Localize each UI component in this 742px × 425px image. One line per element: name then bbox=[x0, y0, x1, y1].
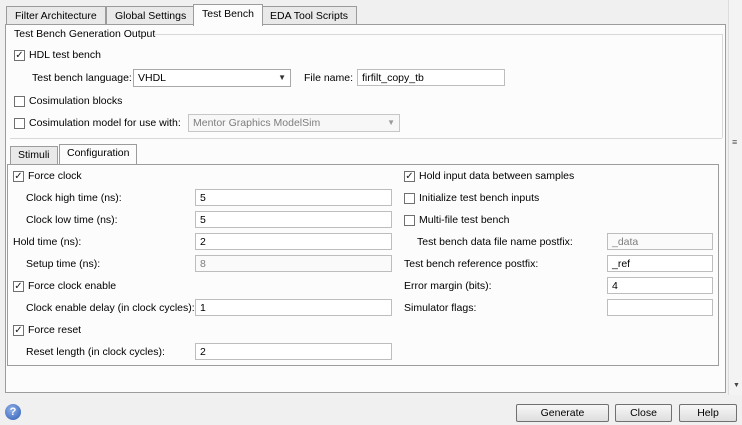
close-button[interactable]: Close bbox=[615, 404, 672, 422]
help-icon[interactable]: ? bbox=[5, 404, 21, 420]
reset-length-field[interactable]: 2 bbox=[195, 343, 392, 360]
hold-input-checkbox[interactable]: ✓ bbox=[404, 171, 415, 182]
simulator-flags-label: Simulator flags: bbox=[404, 302, 477, 314]
init-inputs-label: Initialize test bench inputs bbox=[419, 192, 540, 204]
clock-low-field[interactable]: 5 bbox=[195, 211, 392, 228]
file-name-field[interactable]: firfilt_copy_tb bbox=[357, 69, 505, 86]
clock-enable-delay-label: Clock enable delay (in clock cycles): bbox=[26, 302, 195, 314]
tab-configuration[interactable]: Configuration bbox=[59, 144, 138, 164]
simulator-flags-field[interactable] bbox=[607, 299, 713, 316]
error-margin-label: Error margin (bits): bbox=[404, 280, 492, 292]
group-divider bbox=[154, 34, 722, 35]
chevron-down-icon: ▼ bbox=[387, 118, 395, 127]
ref-postfix-field[interactable]: _ref bbox=[607, 255, 713, 272]
help-button[interactable]: Help bbox=[679, 404, 737, 422]
clock-low-label: Clock low time (ns): bbox=[26, 214, 118, 226]
file-name-label: File name: bbox=[304, 72, 354, 84]
hold-input-label: Hold input data between samples bbox=[419, 170, 575, 182]
tab-filter-architecture[interactable]: Filter Architecture bbox=[6, 6, 106, 25]
configuration-panel: ✓ Force clock Clock high time (ns): 5 Cl… bbox=[7, 164, 719, 366]
group-title: Test Bench Generation Output bbox=[14, 28, 156, 40]
cosim-blocks-checkbox[interactable] bbox=[14, 96, 25, 107]
cosim-blocks-label: Cosimulation blocks bbox=[29, 95, 123, 107]
language-value: VHDL bbox=[138, 72, 167, 84]
cosim-model-checkbox[interactable] bbox=[14, 118, 25, 129]
language-select[interactable]: VHDL ▼ bbox=[133, 69, 291, 87]
hold-time-label: Hold time (ns): bbox=[13, 236, 82, 248]
tab-global-settings[interactable]: Global Settings bbox=[106, 6, 196, 25]
ref-postfix-label: Test bench reference postfix: bbox=[404, 258, 539, 270]
vertical-scrollbar[interactable]: ≡ ▼ bbox=[728, 0, 742, 395]
generate-button[interactable]: Generate bbox=[516, 404, 609, 422]
setup-time-field[interactable]: 8 bbox=[195, 255, 392, 272]
multi-file-label: Multi-file test bench bbox=[419, 214, 510, 226]
hold-time-field[interactable]: 2 bbox=[195, 233, 392, 250]
chevron-down-icon: ▼ bbox=[278, 73, 286, 82]
cosim-model-label: Cosimulation model for use with: bbox=[29, 117, 181, 129]
force-reset-checkbox[interactable]: ✓ bbox=[13, 325, 24, 336]
scroll-down-arrow-icon[interactable]: ▼ bbox=[733, 382, 740, 389]
multi-file-checkbox[interactable] bbox=[404, 215, 415, 226]
tab-stimuli[interactable]: Stimuli bbox=[10, 146, 58, 164]
hdl-test-bench-checkbox[interactable]: ✓ bbox=[14, 50, 25, 61]
language-label: Test bench language: bbox=[32, 72, 132, 84]
clock-enable-delay-field[interactable]: 1 bbox=[195, 299, 392, 316]
init-inputs-checkbox[interactable] bbox=[404, 193, 415, 204]
force-clock-enable-checkbox[interactable]: ✓ bbox=[13, 281, 24, 292]
group-divider-bottom bbox=[10, 138, 722, 139]
force-clock-label: Force clock bbox=[28, 170, 82, 182]
clock-high-field[interactable]: 5 bbox=[195, 189, 392, 206]
scroll-grip-icon: ≡ bbox=[732, 137, 738, 147]
hdl-test-bench-label: HDL test bench bbox=[29, 49, 101, 61]
data-postfix-field[interactable]: _data bbox=[607, 233, 713, 250]
tab-test-bench[interactable]: Test Bench bbox=[193, 4, 263, 26]
force-clock-checkbox[interactable]: ✓ bbox=[13, 171, 24, 182]
cosim-model-value: Mentor Graphics ModelSim bbox=[193, 117, 321, 129]
setup-time-label: Setup time (ns): bbox=[26, 258, 101, 270]
force-reset-label: Force reset bbox=[28, 324, 82, 336]
group-border-right bbox=[722, 34, 723, 138]
tab-eda-tool-scripts[interactable]: EDA Tool Scripts bbox=[261, 6, 358, 25]
cosim-model-select[interactable]: Mentor Graphics ModelSim ▼ bbox=[188, 114, 400, 132]
force-clock-enable-label: Force clock enable bbox=[28, 280, 117, 292]
error-margin-field[interactable]: 4 bbox=[607, 277, 713, 294]
clock-high-label: Clock high time (ns): bbox=[26, 192, 122, 204]
data-postfix-label: Test bench data file name postfix: bbox=[417, 236, 573, 248]
reset-length-label: Reset length (in clock cycles): bbox=[26, 346, 165, 358]
